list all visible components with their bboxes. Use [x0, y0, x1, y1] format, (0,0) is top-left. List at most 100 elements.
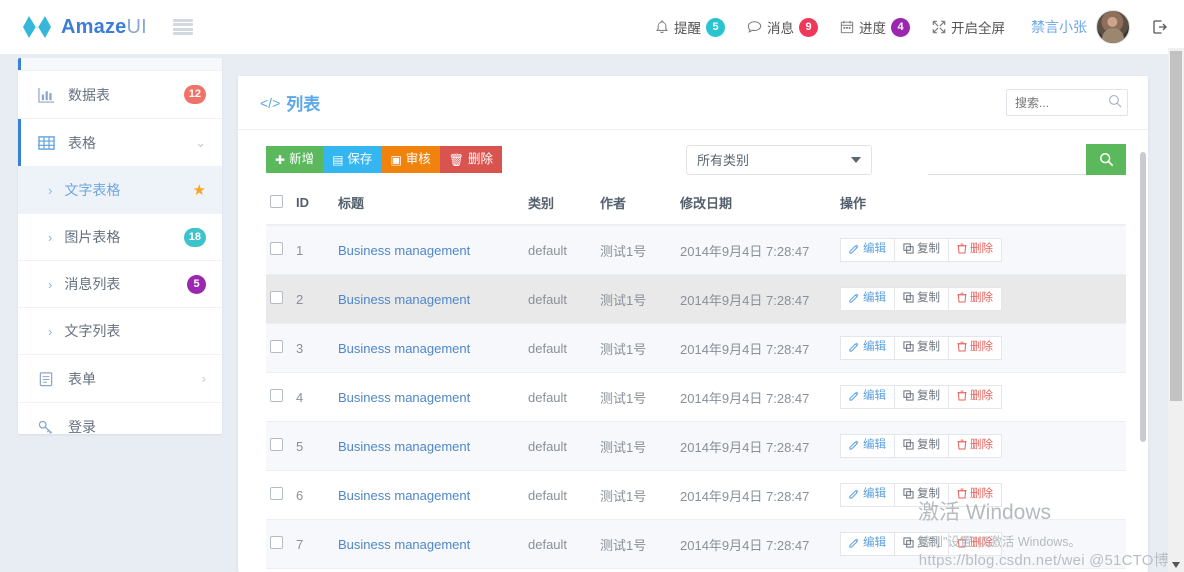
row-del-button[interactable]: 删除	[948, 532, 1002, 556]
row-edit-button[interactable]: 编辑	[840, 238, 895, 262]
row-copy-button[interactable]: 复制	[894, 336, 949, 360]
row-del-button[interactable]: 删除	[948, 385, 1002, 409]
category-select[interactable]: 所有类别	[686, 144, 872, 175]
row-checkbox[interactable]	[270, 438, 283, 451]
row-checkbox[interactable]	[270, 536, 283, 549]
nav-item-messages[interactable]: 消息 9	[747, 17, 818, 37]
row-title-link[interactable]: Business management	[338, 439, 470, 454]
row-checkbox[interactable]	[270, 487, 283, 500]
row-edit-label: 编辑	[863, 341, 886, 354]
row-title-link[interactable]: Business management	[338, 488, 470, 503]
row-title-link[interactable]: Business management	[338, 390, 470, 405]
th-author: 作者	[596, 187, 676, 226]
copy-icon	[903, 488, 914, 503]
row-copy-button[interactable]: 复制	[894, 287, 949, 311]
row-copy-button[interactable]: 复制	[894, 532, 949, 556]
row-copy-button[interactable]: 复制	[894, 238, 949, 262]
row-title-link[interactable]: Business management	[338, 292, 470, 307]
row-copy-button[interactable]: 复制	[894, 385, 949, 409]
sidebar-item-image-table[interactable]: › 图片表格 18	[18, 214, 222, 261]
row-copy-button[interactable]: 复制	[894, 434, 949, 458]
row-del-label: 删除	[970, 439, 993, 452]
nav-item-fullscreen[interactable]: 开启全屏	[932, 17, 1005, 37]
sidebar-item-datatable[interactable]: 数据表 12	[18, 71, 222, 119]
panel-scrollbar-thumb[interactable]	[1140, 152, 1146, 442]
table-row[interactable]: 4 Business management default 测试1号 2014年9月4日…	[266, 372, 1126, 422]
table-row[interactable]: 7 Business management default 测试1号 2014年9月4日…	[266, 519, 1126, 569]
search-submit-button[interactable]	[1086, 144, 1126, 175]
user-avatar[interactable]	[1096, 10, 1130, 44]
add-button-label: 新增	[289, 152, 315, 167]
row-author: 测试1号	[596, 323, 676, 373]
row-checkbox[interactable]	[270, 242, 283, 255]
row-title-cell: Business management	[334, 470, 524, 520]
row-action-group: 编辑 复制 删除	[840, 336, 1002, 360]
page-scrollbar-thumb[interactable]	[1170, 51, 1182, 401]
table-row[interactable]: 6 Business management default 测试1号 2014年9月4日…	[266, 470, 1126, 520]
page-scrollbar[interactable]	[1168, 48, 1184, 572]
row-edit-button[interactable]: 编辑	[840, 532, 895, 556]
chevron-down-icon: ⌄	[195, 134, 206, 150]
row-del-button[interactable]: 删除	[948, 287, 1002, 311]
sidebar-item-label-text-table: 文字表格	[64, 182, 121, 198]
row-title-link[interactable]: Business management	[338, 243, 470, 258]
row-edit-button[interactable]: 编辑	[840, 483, 895, 507]
trash-icon	[957, 390, 967, 405]
row-checkbox[interactable]	[270, 340, 283, 353]
row-edit-button[interactable]: 编辑	[840, 336, 895, 360]
row-edit-button[interactable]: 编辑	[840, 434, 895, 458]
sidebar-item-text-list[interactable]: › 文字列表	[18, 308, 222, 355]
select-all-checkbox[interactable]	[270, 194, 283, 208]
search-area	[928, 144, 1126, 175]
row-edit-button[interactable]: 编辑	[840, 287, 895, 311]
chevron-right-icon: ›	[48, 229, 53, 245]
row-del-button[interactable]: 删除	[948, 483, 1002, 507]
sidebar-item-message-list[interactable]: › 消息列表 5	[18, 261, 222, 308]
review-button[interactable]: ▣ 审核	[381, 146, 440, 173]
row-edit-button[interactable]: 编辑	[840, 385, 895, 409]
delete-button[interactable]: 🗑 删除	[439, 146, 503, 173]
sidebar-item-login[interactable]: 登录	[18, 403, 222, 434]
row-del-button[interactable]: 删除	[948, 336, 1002, 360]
row-del-button[interactable]: 删除	[948, 434, 1002, 458]
row-checkbox[interactable]	[270, 291, 283, 304]
nav-item-progress[interactable]: 进度 4	[840, 17, 910, 37]
row-title-link[interactable]: Business management	[338, 341, 470, 356]
row-category: default	[524, 519, 596, 569]
sidebar-item-label-table: 表格	[68, 134, 96, 151]
table-row[interactable]: 1 Business management default 测试1号 2014年9月4日…	[266, 225, 1126, 275]
nav-item-reminders[interactable]: 提醒 5	[655, 17, 725, 37]
sidebar-item-partial-top[interactable]	[18, 58, 222, 71]
table-body: 1 Business management default 测试1号 2014年9月4日…	[266, 225, 1126, 572]
sidebar-item-table[interactable]: 表格 ⌄	[18, 119, 222, 167]
sidebar-item-text-table[interactable]: › 文字表格 ★	[18, 167, 222, 214]
scroll-down-arrow-icon[interactable]	[1172, 562, 1180, 568]
logout-icon[interactable]	[1152, 19, 1168, 35]
row-category: default	[524, 372, 596, 422]
row-id: 2	[292, 274, 334, 324]
row-checkbox[interactable]	[270, 389, 283, 402]
save-button[interactable]: ▤ 保存	[323, 146, 382, 173]
table-row[interactable]: 3 Business management default 测试1号 2014年9月4日…	[266, 323, 1126, 373]
fullscreen-icon	[932, 20, 946, 34]
table-row[interactable]: 5 Business management default 测试1号 2014年9月4日…	[266, 421, 1126, 471]
search-icon[interactable]	[1108, 94, 1122, 111]
keyword-search-input[interactable]	[928, 145, 1086, 175]
add-button[interactable]: ✚ 新增	[266, 146, 324, 173]
sidebar-badge-message-list: 5	[187, 274, 206, 294]
trash-icon	[957, 439, 967, 454]
row-del-button[interactable]: 删除	[948, 238, 1002, 262]
row-select-cell	[266, 323, 292, 373]
row-copy-button[interactable]: 复制	[894, 483, 949, 507]
row-copy-label: 复制	[917, 488, 940, 501]
brand-logo-area[interactable]: AmazeUI	[22, 14, 147, 40]
row-author: 测试1号	[596, 519, 676, 569]
hamburger-list-icon[interactable]	[172, 19, 193, 35]
row-title-link[interactable]: Business management	[338, 537, 470, 552]
sidebar-item-form[interactable]: 表单 ›	[18, 355, 222, 403]
table-row[interactable]: 2 Business management default 测试1号 2014年9月4日…	[266, 274, 1126, 324]
nav-label-progress: 进度	[859, 21, 886, 36]
table-row[interactable]: 8Business managementdefault测试1号2014年9月4日…	[266, 568, 1126, 572]
trash-icon	[957, 488, 967, 503]
nav-username[interactable]: 禁言小张	[1031, 17, 1087, 37]
